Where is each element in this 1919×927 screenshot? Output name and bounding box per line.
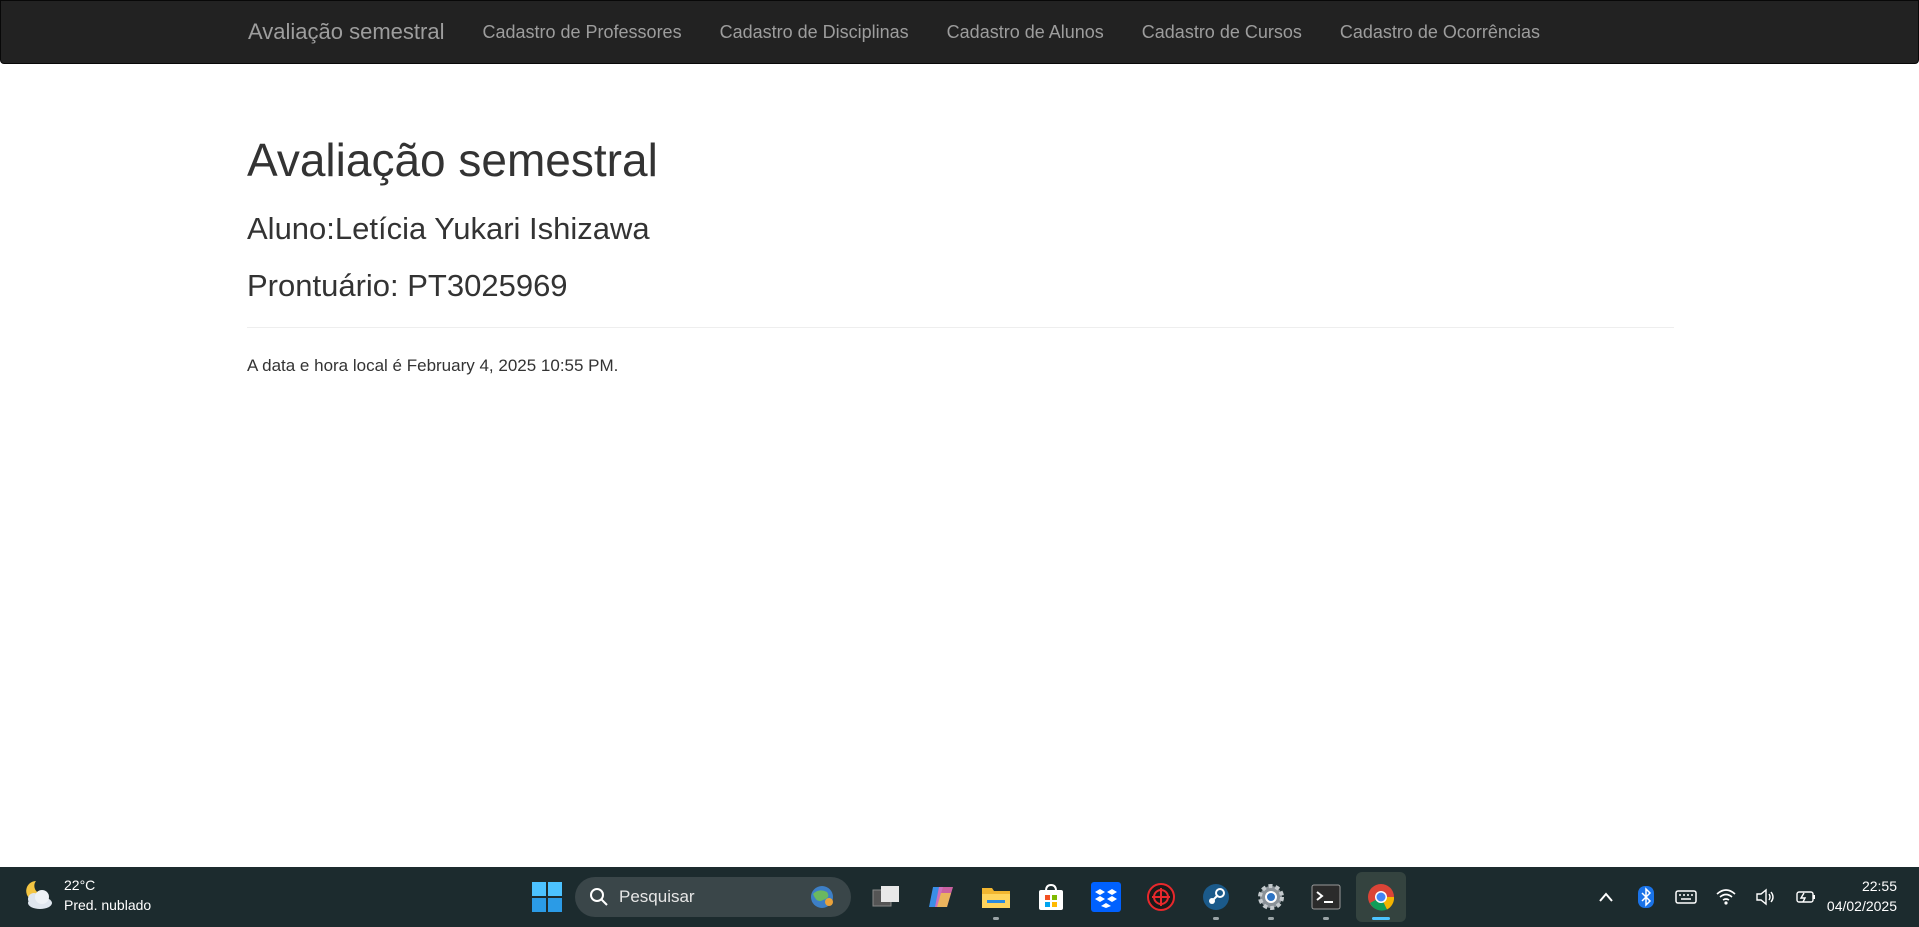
local-datetime-text: A data e hora local é February 4, 2025 1… <box>247 356 619 375</box>
microsoft-store-button[interactable] <box>1026 872 1076 922</box>
network-tray-button[interactable] <box>1710 882 1742 912</box>
search-placeholder: Pesquisar <box>619 887 695 906</box>
terminal-button[interactable] <box>1301 872 1351 922</box>
navbar-brand[interactable]: Avaliação semestral <box>248 19 444 45</box>
student-record-number: Prontuário: PT3025969 <box>247 268 568 303</box>
partly-cloudy-night-icon <box>26 881 52 909</box>
game-launcher-button[interactable] <box>1136 872 1186 922</box>
weather-temperature: 22°C <box>64 877 96 893</box>
weather-condition: Pred. nublado <box>64 897 152 913</box>
search-highlight-icon <box>811 886 833 908</box>
windows-taskbar: 22°C Pred. nublado Pesquisar 22:55 04/02… <box>0 867 1919 927</box>
windows-logo-icon <box>532 882 562 912</box>
taskbar-search[interactable]: Pesquisar <box>575 877 851 917</box>
nav-link-disciplinas[interactable]: Cadastro de Disciplinas <box>720 22 909 43</box>
bluetooth-icon <box>1638 886 1654 908</box>
nav-link-alunos[interactable]: Cadastro de Alunos <box>947 22 1104 43</box>
steam-icon <box>1203 884 1229 910</box>
running-indicator <box>1323 917 1329 920</box>
keyboard-tray-button[interactable] <box>1670 882 1702 912</box>
chrome-icon <box>1368 884 1395 911</box>
file-explorer-button[interactable] <box>971 872 1021 922</box>
battery-charging-icon <box>1796 891 1815 903</box>
dropbox-icon <box>1091 882 1121 912</box>
taskbar-center: Pesquisar <box>525 872 1411 922</box>
student-name: Aluno:Letícia Yukari Ishizawa <box>247 211 650 246</box>
file-explorer-icon <box>982 888 1010 908</box>
show-hidden-icons-button[interactable] <box>1590 882 1622 912</box>
weather-text: 22°C Pred. nublado <box>64 875 151 915</box>
settings-button[interactable] <box>1246 872 1296 922</box>
keyboard-icon <box>1675 890 1697 904</box>
running-indicator <box>1213 917 1219 920</box>
copilot-button[interactable] <box>916 872 966 922</box>
volume-icon <box>1756 888 1774 906</box>
nav-link-professores[interactable]: Cadastro de Professores <box>482 22 681 43</box>
weather-widget[interactable]: 22°C Pred. nublado <box>20 875 151 915</box>
clock-time: 22:55 <box>1861 878 1897 894</box>
terminal-icon <box>1311 884 1341 910</box>
steam-button[interactable] <box>1191 872 1241 922</box>
volume-tray-button[interactable] <box>1750 882 1782 912</box>
system-tray <box>1590 867 1830 927</box>
task-view-icon <box>872 886 899 907</box>
dropbox-button[interactable] <box>1081 872 1131 922</box>
clock-date: 04/02/2025 <box>1826 898 1897 914</box>
nav-link-ocorrencias[interactable]: Cadastro de Ocorrências <box>1340 22 1540 43</box>
taskbar-clock[interactable]: 22:55 04/02/2025 <box>1827 876 1897 916</box>
divider <box>247 327 1674 328</box>
chevron-up-icon <box>1599 892 1613 902</box>
wifi-icon <box>1716 889 1736 905</box>
active-indicator <box>1372 917 1390 920</box>
nav-link-cursos[interactable]: Cadastro de Cursos <box>1142 22 1302 43</box>
chrome-button[interactable] <box>1356 872 1406 922</box>
navbar-container: Avaliação semestral Cadastro de Professo… <box>248 1 1578 63</box>
top-navbar: Avaliação semestral Cadastro de Professo… <box>0 0 1919 64</box>
copilot-icon <box>929 887 953 907</box>
settings-icon <box>1258 884 1284 910</box>
running-indicator <box>993 917 999 920</box>
bluetooth-tray-button[interactable] <box>1630 882 1662 912</box>
running-indicator <box>1268 917 1274 920</box>
game-launcher-icon <box>1147 883 1175 911</box>
search-icon <box>590 888 608 906</box>
battery-tray-button[interactable] <box>1790 882 1822 912</box>
microsoft-store-icon <box>1039 883 1063 910</box>
task-view-button[interactable] <box>861 872 911 922</box>
page-title: Avaliação semestral <box>247 134 658 186</box>
start-button[interactable] <box>525 875 569 919</box>
